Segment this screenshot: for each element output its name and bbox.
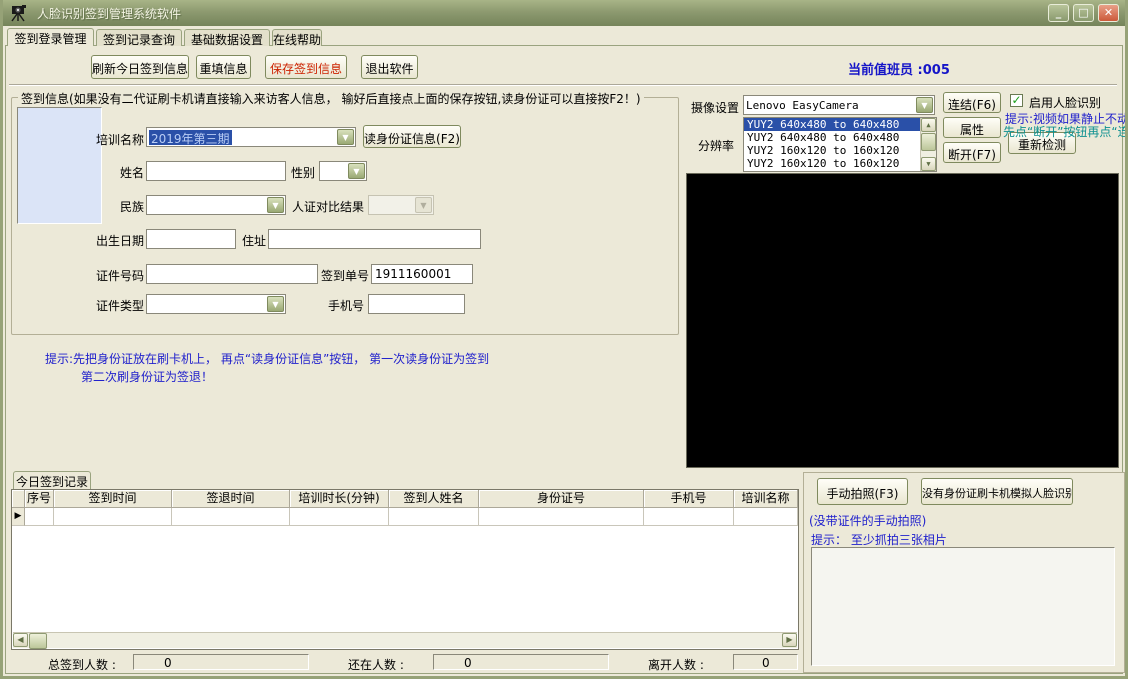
signin-group-title: 签到信息(如果没有二代证刷卡机请直接输入来访客人信息， 输好后直接点上面的保存按… [18, 90, 644, 107]
gender-combo[interactable]: ▼ [319, 161, 367, 181]
capture-note: (没带证件的手动拍照) [809, 512, 926, 529]
face-compare-combo: ▼ [368, 195, 434, 215]
scroll-up-icon[interactable]: ▲ [921, 118, 936, 132]
address-label: 住址 [240, 232, 266, 249]
records-table-header: 序号 签到时间 签退时间 培训时长(分钟) 签到人姓名 身份证号 手机号 培训名… [12, 490, 798, 508]
column-header[interactable]: 培训时长(分钟) [290, 490, 389, 508]
id-number-input[interactable] [146, 264, 318, 284]
phone-label: 手机号 [328, 297, 364, 314]
camera-hint-line2: 先点“断开”按钮再点“连结 [1003, 123, 1128, 140]
tab-record-query[interactable]: 签到记录查询 [96, 29, 182, 46]
chevron-down-icon[interactable]: ▼ [348, 163, 365, 179]
resolution-item[interactable]: YUY2 320x240 to 320x240 [744, 170, 921, 172]
column-header[interactable]: 身份证号 [479, 490, 644, 508]
column-header[interactable]: 签到人姓名 [389, 490, 479, 508]
column-header[interactable]: 手机号 [644, 490, 734, 508]
refill-info-button[interactable]: 重填信息 [196, 55, 251, 79]
left-count-label: 离开人数 : [648, 656, 704, 673]
disconnect-button[interactable]: 断开(F7) [943, 142, 1001, 163]
training-name-label: 培训名称 [88, 131, 144, 148]
name-label: 姓名 [96, 164, 144, 181]
capture-hint: 提示： 至少抓拍三张相片 [811, 531, 947, 548]
resolution-scrollbar[interactable]: ▲ ▼ [920, 118, 936, 171]
signin-hint-line2: 第二次刷身份证为签退！ [81, 368, 213, 385]
camera-setting-label: 摄像设置 [691, 99, 739, 116]
current-row-indicator: ▶ [12, 508, 25, 526]
tab-online-help[interactable]: 在线帮助 [272, 29, 322, 46]
signin-no-input[interactable] [371, 264, 473, 284]
id-type-combo[interactable]: ▼ [146, 294, 286, 314]
captured-photos-area [811, 547, 1115, 666]
chevron-down-icon[interactable]: ▼ [916, 97, 933, 113]
resolution-item[interactable]: YUY2 160x120 to 160x120 [744, 157, 921, 170]
total-signin-value: 0 [133, 654, 309, 670]
chevron-down-icon: ▼ [415, 197, 432, 213]
present-count-label: 还在人数 : [348, 656, 404, 673]
birth-date-label: 出生日期 [96, 232, 144, 249]
scroll-right-icon[interactable]: ▶ [782, 633, 797, 647]
app-window: 人脸识别签到管理系统软件 _ □ ✕ 签到登录管理 签到记录查询 基础数据设置 … [0, 0, 1128, 679]
scrollbar-thumb[interactable] [29, 633, 47, 649]
manual-photo-button[interactable]: 手动拍照(F3) [817, 478, 908, 505]
scroll-down-icon[interactable]: ▼ [921, 157, 936, 171]
properties-button[interactable]: 属性 [943, 117, 1001, 138]
id-number-label: 证件号码 [96, 267, 144, 284]
left-count-value: 0 [733, 654, 798, 670]
column-header[interactable]: 签到时间 [54, 490, 172, 508]
scrollbar-thumb[interactable] [921, 133, 936, 151]
gender-label: 性别 [289, 164, 315, 181]
table-row[interactable]: ▶ [12, 508, 798, 526]
toolbar-separator [9, 84, 1117, 86]
save-signin-button[interactable]: 保存签到信息 [265, 55, 347, 79]
connect-button[interactable]: 连结(F6) [943, 92, 1001, 113]
records-table[interactable]: 序号 签到时间 签退时间 培训时长(分钟) 签到人姓名 身份证号 手机号 培训名… [11, 489, 799, 650]
records-hscrollbar[interactable]: ◀ ▶ [13, 632, 797, 648]
resolution-label: 分辨率 [698, 137, 734, 154]
column-header[interactable]: 培训名称 [734, 490, 798, 508]
camera-device-value: Lenovo EasyCamera [746, 99, 914, 113]
ethnicity-label: 民族 [96, 198, 144, 215]
read-id-card-button[interactable]: 读身份证信息(F2) [363, 125, 461, 148]
address-input[interactable] [268, 229, 481, 249]
face-recognition-checkbox[interactable]: ✓ [1010, 94, 1023, 107]
name-input[interactable] [146, 161, 286, 181]
today-records-tab[interactable]: 今日签到记录 [13, 471, 91, 489]
refresh-today-button[interactable]: 刷新今日签到信息 [91, 55, 189, 79]
photo-preview-box [17, 107, 102, 224]
scroll-left-icon[interactable]: ◀ [13, 633, 28, 647]
signin-no-label: 签到单号 [321, 267, 369, 284]
tab-base-data[interactable]: 基础数据设置 [184, 29, 270, 46]
total-signin-label: 总签到人数 : [48, 656, 116, 673]
birth-date-input[interactable] [146, 229, 236, 249]
camera-device-combo[interactable]: Lenovo EasyCamera ▼ [743, 95, 935, 115]
camera-video-preview [686, 173, 1119, 468]
resolution-item[interactable]: YUY2 640x480 to 640x480 [744, 118, 921, 131]
resolution-item[interactable]: YUY2 640x480 to 640x480 [744, 131, 921, 144]
chevron-down-icon[interactable]: ▼ [337, 129, 354, 145]
simulate-face-recognition-button[interactable]: 没有身份证刷卡机模拟人脸识别 [921, 478, 1073, 505]
column-header[interactable]: 序号 [25, 490, 54, 508]
resolution-listbox[interactable]: YUY2 640x480 to 640x480 YUY2 640x480 to … [743, 117, 937, 172]
exit-button[interactable]: 退出软件 [361, 55, 418, 79]
chevron-down-icon[interactable]: ▼ [267, 296, 284, 312]
phone-input[interactable] [368, 294, 465, 314]
indicator-column-header [12, 490, 25, 508]
resolution-item[interactable]: YUY2 160x120 to 160x120 [744, 144, 921, 157]
id-type-label: 证件类型 [96, 297, 144, 314]
signin-hint-line1: 提示:先把身份证放在刷卡机上， 再点“读身份证信息”按钮， 第一次读身份证为签到 [45, 350, 489, 367]
face-compare-label: 人证对比结果 [292, 198, 364, 215]
ethnicity-combo[interactable]: ▼ [146, 195, 286, 215]
chevron-down-icon[interactable]: ▼ [267, 197, 284, 213]
current-operator-label: 当前值班员 :005 [848, 59, 950, 78]
face-recognition-checkbox-label: 启用人脸识别 [1029, 94, 1101, 111]
tab-signin-manage[interactable]: 签到登录管理 [7, 28, 94, 46]
column-header[interactable]: 签退时间 [172, 490, 290, 508]
training-name-combo[interactable]: 2019年第三期 ▼ [146, 127, 356, 147]
present-count-value: 0 [433, 654, 609, 670]
training-name-value: 2019年第三期 [149, 130, 232, 145]
